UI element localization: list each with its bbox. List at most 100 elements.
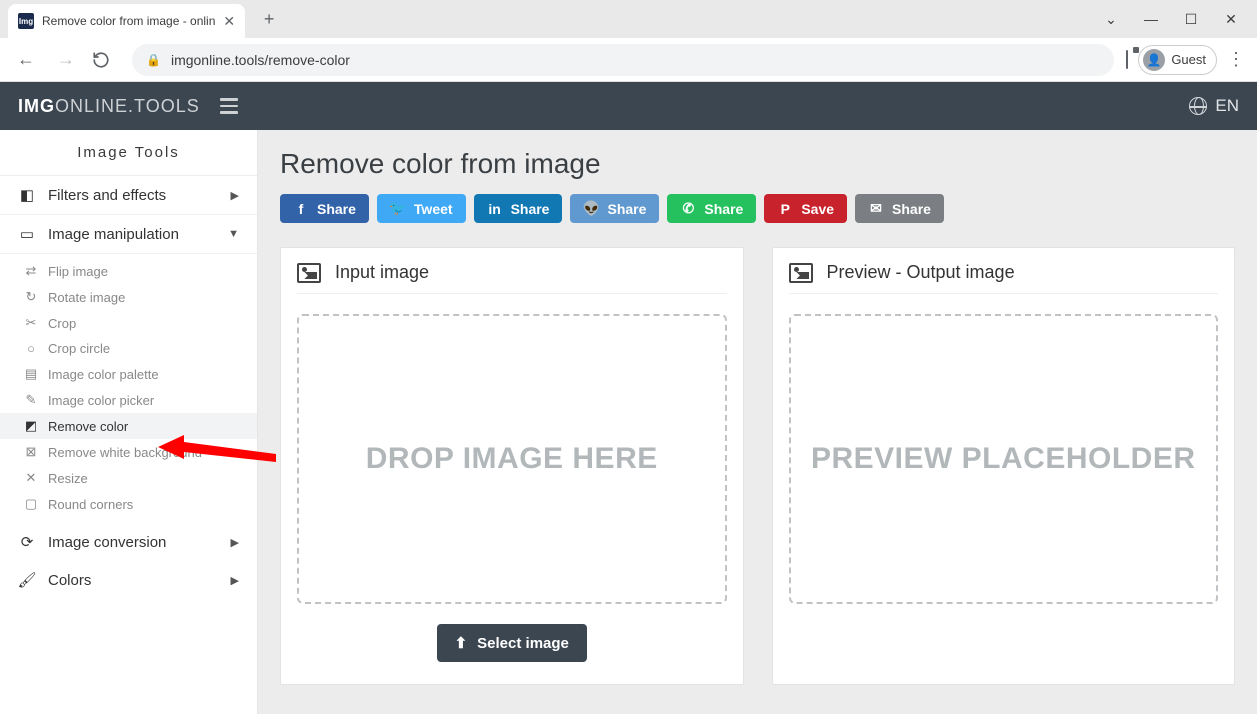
- flip-icon: ⇄: [24, 263, 38, 279]
- circle-icon: ○: [24, 341, 38, 356]
- sidebar-sublist-manipulation: ⇄Flip image ↻Rotate image ✂Crop ○Crop ci…: [0, 254, 257, 523]
- omnibox[interactable]: 🔒 imgonline.tools/remove-color: [132, 44, 1114, 76]
- preview-placeholder: PREVIEW PLACEHOLDER: [789, 314, 1219, 604]
- sidebar-cat-filters[interactable]: ◧ Filters and effects ▶: [0, 176, 257, 214]
- profile-chip[interactable]: 👤 Guest: [1138, 45, 1217, 75]
- panel-preview: Preview - Output image PREVIEW PLACEHOLD…: [772, 247, 1236, 685]
- linkedin-icon: in: [487, 201, 503, 217]
- page-title: Remove color from image: [280, 148, 1235, 180]
- tab-bar: Img Remove color from image - onlin ✕ + …: [0, 0, 1257, 38]
- eyedropper-icon: ✎: [24, 392, 38, 408]
- resize-icon: ✕: [24, 470, 38, 486]
- email-icon: ✉: [868, 200, 884, 217]
- close-tab-icon[interactable]: ✕: [223, 13, 235, 30]
- browser-chrome: Img Remove color from image - onlin ✕ + …: [0, 0, 1257, 82]
- site-logo[interactable]: IMGONLINE.TOOLS: [18, 96, 200, 117]
- sidebar-item-color-picker[interactable]: ✎Image color picker: [0, 387, 257, 413]
- twitter-icon: 🐦: [390, 200, 406, 217]
- select-image-label: Select image: [477, 635, 569, 652]
- image-icon: [297, 263, 321, 283]
- panel-input: Input image DROP IMAGE HERE ⬆ Select ima…: [280, 247, 744, 685]
- chrome-menu-icon[interactable]: ⋮: [1227, 49, 1245, 70]
- upload-icon: ⬆: [455, 634, 468, 652]
- window-controls: ⌄ — ☐ ✕: [1103, 11, 1257, 28]
- chevron-right-icon: ▶: [231, 574, 239, 587]
- back-button[interactable]: ←: [12, 49, 40, 70]
- select-image-button[interactable]: ⬆ Select image: [437, 624, 587, 662]
- sidebar-cat-label: Colors: [48, 572, 91, 589]
- chevron-down-icon: ▼: [228, 228, 239, 240]
- minimize-icon[interactable]: —: [1143, 11, 1159, 27]
- sidebar-cat-label: Image conversion: [48, 534, 166, 551]
- share-email[interactable]: ✉Share: [855, 194, 944, 223]
- pinterest-icon: P: [777, 201, 793, 217]
- share-pinterest[interactable]: PSave: [764, 194, 847, 223]
- brush-icon: 🖌: [18, 571, 36, 589]
- facebook-icon: f: [293, 201, 309, 217]
- avatar-icon: 👤: [1143, 49, 1165, 71]
- sidebar-item-crop-circle[interactable]: ○Crop circle: [0, 336, 257, 361]
- round-corners-icon: ▢: [24, 496, 38, 512]
- panel-title: Input image: [335, 262, 429, 283]
- tab-title: Remove color from image - onlin: [42, 14, 215, 28]
- reload-button[interactable]: [92, 51, 120, 69]
- sidebar-title: Image Tools: [0, 130, 257, 176]
- sidebar-item-flip[interactable]: ⇄Flip image: [0, 258, 257, 284]
- preview-text: PREVIEW PLACEHOLDER: [811, 442, 1196, 476]
- sidebar-item-crop[interactable]: ✂Crop: [0, 310, 257, 336]
- sidebar-item-rotate[interactable]: ↻Rotate image: [0, 284, 257, 310]
- language-label: EN: [1215, 96, 1239, 116]
- sidebar-cat-label: Filters and effects: [48, 187, 166, 204]
- app-header: IMGONLINE.TOOLS EN: [0, 82, 1257, 130]
- profile-label: Guest: [1171, 52, 1206, 67]
- address-bar-row: ← → 🔒 imgonline.tools/remove-color 👤 Gue…: [0, 38, 1257, 82]
- share-twitter[interactable]: 🐦Tweet: [377, 194, 466, 223]
- browser-tab[interactable]: Img Remove color from image - onlin ✕: [8, 4, 245, 38]
- share-facebook[interactable]: fShare: [280, 194, 369, 223]
- sidebar-cat-label: Image manipulation: [48, 226, 179, 243]
- sidebar: Image Tools ◧ Filters and effects ▶ ▭ Im…: [0, 130, 258, 714]
- forward-button[interactable]: →: [52, 49, 80, 70]
- extensions-icon[interactable]: [1126, 51, 1128, 69]
- drop-zone-text: DROP IMAGE HERE: [366, 442, 658, 476]
- new-tab-button[interactable]: +: [255, 9, 283, 30]
- sidebar-item-resize[interactable]: ✕Resize: [0, 465, 257, 491]
- app-body: Image Tools ◧ Filters and effects ▶ ▭ Im…: [0, 130, 1257, 714]
- sidebar-cat-manipulation[interactable]: ▭ Image manipulation ▼: [0, 214, 257, 254]
- filters-icon: ◧: [18, 186, 36, 204]
- manipulation-icon: ▭: [18, 225, 36, 243]
- sidebar-item-remove-white-bg[interactable]: ⊠Remove white background: [0, 439, 257, 465]
- language-switcher[interactable]: EN: [1189, 96, 1239, 116]
- main-content: Remove color from image fShare 🐦Tweet in…: [258, 130, 1257, 714]
- conversion-icon: ⟳: [18, 533, 36, 551]
- sidebar-cat-colors[interactable]: 🖌 Colors ▶: [0, 561, 257, 599]
- chevron-right-icon: ▶: [231, 189, 239, 202]
- favicon: Img: [18, 13, 34, 29]
- lock-icon: 🔒: [146, 53, 161, 67]
- remove-color-icon: ◩: [24, 418, 38, 434]
- sidebar-item-palette[interactable]: ▤Image color palette: [0, 361, 257, 387]
- share-row: fShare 🐦Tweet inShare 👽Share ✆Share PSav…: [280, 194, 1235, 223]
- url-text: imgonline.tools/remove-color: [171, 52, 350, 68]
- reddit-icon: 👽: [583, 200, 599, 217]
- globe-icon: [1189, 97, 1207, 115]
- image-icon: [789, 263, 813, 283]
- chevron-right-icon: ▶: [231, 536, 239, 549]
- sidebar-item-round-corners[interactable]: ▢Round corners: [0, 491, 257, 517]
- drop-zone[interactable]: DROP IMAGE HERE: [297, 314, 727, 604]
- close-window-icon[interactable]: ✕: [1223, 11, 1239, 28]
- sidebar-item-remove-color[interactable]: ◩Remove color: [0, 413, 257, 439]
- crop-icon: ✂: [24, 315, 38, 331]
- sidebar-cat-conversion[interactable]: ⟳ Image conversion ▶: [0, 523, 257, 561]
- maximize-icon[interactable]: ☐: [1183, 11, 1199, 28]
- rotate-icon: ↻: [24, 289, 38, 305]
- remove-bg-icon: ⊠: [24, 444, 38, 460]
- share-linkedin[interactable]: inShare: [474, 194, 563, 223]
- menu-icon[interactable]: [220, 98, 238, 114]
- panel-title: Preview - Output image: [827, 262, 1015, 283]
- chevron-down-icon[interactable]: ⌄: [1103, 11, 1119, 28]
- panels-row: Input image DROP IMAGE HERE ⬆ Select ima…: [280, 247, 1235, 685]
- share-whatsapp[interactable]: ✆Share: [667, 194, 756, 223]
- whatsapp-icon: ✆: [680, 200, 696, 217]
- share-reddit[interactable]: 👽Share: [570, 194, 659, 223]
